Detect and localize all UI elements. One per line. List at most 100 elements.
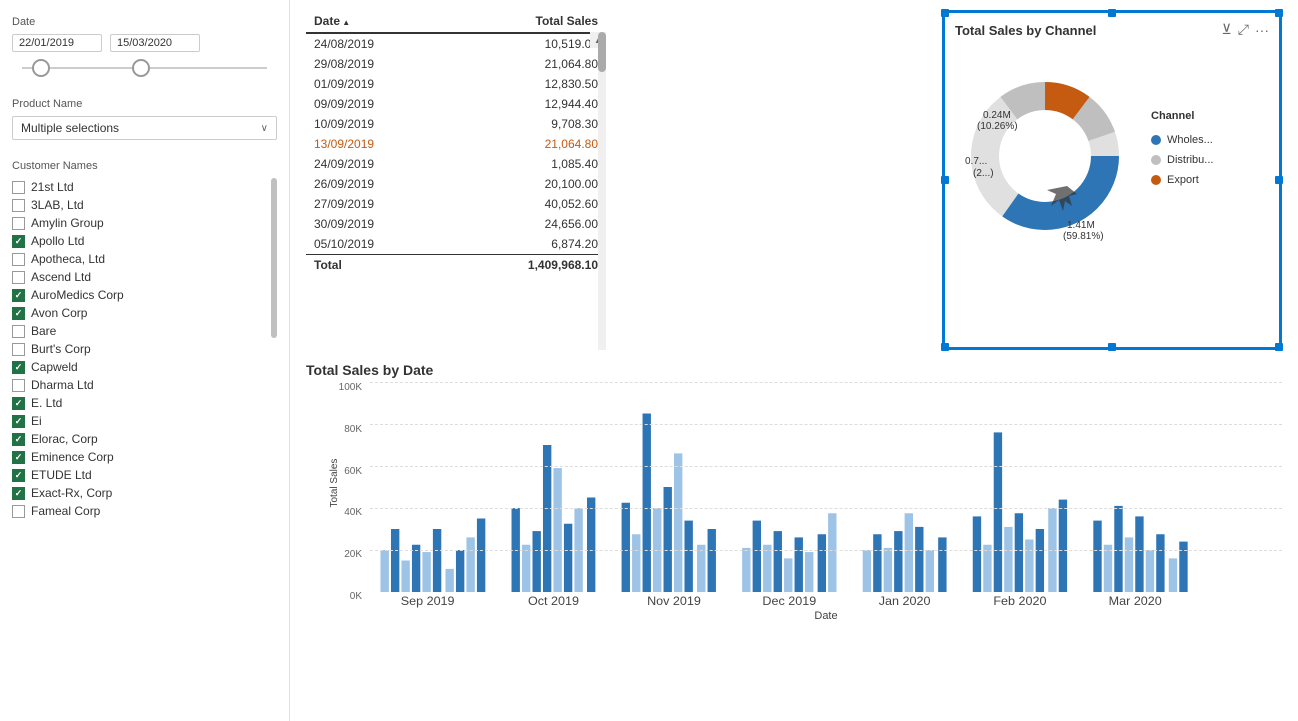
table-header-date[interactable]: Date — [306, 10, 447, 33]
customer-checkbox[interactable] — [12, 271, 25, 284]
slider-handle-right[interactable] — [132, 59, 150, 77]
customer-list-item[interactable]: Capweld — [12, 358, 267, 376]
customer-list-item[interactable]: Apollo Ltd — [12, 232, 267, 250]
table-scrollbar[interactable]: ▲ ▼ — [598, 32, 606, 350]
date-end-input[interactable] — [110, 34, 200, 52]
customer-list-item[interactable]: AuroMedics Corp — [12, 286, 267, 304]
customer-checkbox[interactable] — [12, 217, 25, 230]
resize-handle-top-right[interactable] — [1275, 9, 1283, 17]
customer-list-item[interactable]: Amylin Group — [12, 214, 267, 232]
customer-list-item[interactable]: Burt's Corp — [12, 340, 267, 358]
customer-checkbox[interactable] — [12, 469, 25, 482]
bar — [1093, 521, 1101, 592]
customer-scrollbar[interactable] — [271, 178, 277, 338]
customer-list-item[interactable]: Ei — [12, 412, 267, 430]
legend-dot-wholesale — [1151, 135, 1161, 145]
chevron-down-icon: ∨ — [261, 123, 268, 134]
donut-svg: 0.24M (10.26%) 0.7... (2...) 1.41M (59.8… — [955, 46, 1135, 246]
bar — [805, 552, 813, 592]
customer-checkbox[interactable] — [12, 487, 25, 500]
donut-chart-panel: Total Sales by Channel ⊻ ⤢ ··· — [942, 10, 1282, 350]
customer-checkbox[interactable] — [12, 379, 25, 392]
customer-checkbox[interactable] — [12, 343, 25, 356]
product-label: Product Name — [12, 98, 277, 110]
bar — [784, 558, 792, 592]
date-start-input[interactable] — [12, 34, 102, 52]
resize-handle-mid-right[interactable] — [1275, 176, 1283, 184]
table-header-sales[interactable]: Total Sales — [447, 10, 606, 33]
resize-handle-mid-top[interactable] — [1108, 9, 1116, 17]
bar — [983, 545, 991, 592]
resize-handle-top-left[interactable] — [941, 9, 949, 17]
focus-icon[interactable]: ⤢ — [1238, 21, 1249, 38]
x-label-jan: Jan 2020 — [879, 594, 931, 608]
legend-dot-distributor — [1151, 155, 1161, 165]
customer-list-item[interactable]: ETUDE Ltd — [12, 466, 267, 484]
date-slider[interactable] — [12, 58, 277, 78]
table-row: 24/09/20191,085.40 — [306, 154, 606, 174]
customer-list-item[interactable]: 21st Ltd — [12, 178, 267, 196]
customer-list-item[interactable]: Eminence Corp — [12, 448, 267, 466]
donut-label-whole-pct: (59.81%) — [1063, 231, 1104, 242]
customer-checkbox[interactable] — [12, 505, 25, 518]
customer-list-item[interactable]: Ascend Ltd — [12, 268, 267, 286]
customer-checkbox[interactable] — [12, 415, 25, 428]
resize-handle-bottom-right[interactable] — [1275, 343, 1283, 351]
bar — [643, 414, 651, 593]
data-table: Date Total Sales 24/08/201910,519.0029/0… — [306, 10, 606, 275]
customer-list-item[interactable]: Exact-Rx, Corp — [12, 484, 267, 502]
customer-checkbox[interactable] — [12, 235, 25, 248]
bar — [391, 529, 399, 592]
customer-checkbox[interactable] — [12, 433, 25, 446]
resize-handle-bottom-left[interactable] — [941, 343, 949, 351]
more-icon[interactable]: ··· — [1255, 22, 1269, 38]
table-row: 09/09/201912,944.40 — [306, 94, 606, 114]
customer-list-item[interactable]: Avon Corp — [12, 304, 267, 322]
bar — [1004, 527, 1012, 592]
y-label-20k: 20K — [344, 549, 362, 560]
customer-list-item[interactable]: Elorac, Corp — [12, 430, 267, 448]
customer-checkbox[interactable] — [12, 361, 25, 374]
table-scrollbar-thumb[interactable] — [598, 32, 606, 72]
customer-list-item[interactable]: 3LAB, Ltd — [12, 196, 267, 214]
customer-checkbox[interactable] — [12, 253, 25, 266]
customer-checkbox[interactable] — [12, 307, 25, 320]
donut-label-dist-value: 0.7... — [965, 156, 987, 167]
sidebar: Date Product Name Multiple selections ∨ … — [0, 0, 290, 721]
customer-list-item[interactable]: Fameal Corp — [12, 502, 267, 520]
customer-checkbox[interactable] — [12, 397, 25, 410]
slider-handle-left[interactable] — [32, 59, 50, 77]
customer-list-item[interactable]: E. Ltd — [12, 394, 267, 412]
table-cell-sales: 6,874.20 — [447, 234, 606, 255]
resize-handle-mid-left[interactable] — [941, 176, 949, 184]
x-label-nov: Nov 2019 — [647, 594, 701, 608]
gridline-20k — [370, 550, 1282, 551]
table-panel: Date Total Sales 24/08/201910,519.0029/0… — [306, 10, 606, 350]
gridline-100k — [370, 382, 1282, 383]
customer-name: 21st Ltd — [31, 180, 74, 194]
bar — [622, 503, 630, 592]
filter-icon[interactable]: ⊻ — [1222, 21, 1232, 38]
customer-checkbox[interactable] — [12, 289, 25, 302]
customer-list-wrapper: 21st Ltd3LAB, LtdAmylin GroupApollo LtdA… — [12, 178, 277, 520]
product-dropdown[interactable]: Multiple selections ∨ — [12, 116, 277, 140]
resize-handle-mid-bottom[interactable] — [1108, 343, 1116, 351]
bar — [401, 561, 409, 593]
donut-label-whole-value: 1.41M — [1067, 220, 1095, 231]
customer-checkbox[interactable] — [12, 199, 25, 212]
gridline-80k — [370, 424, 1282, 425]
customer-list-item[interactable]: Apotheca, Ltd — [12, 250, 267, 268]
customer-name: Burt's Corp — [31, 342, 91, 356]
customer-checkbox[interactable] — [12, 325, 25, 338]
bar — [466, 537, 474, 592]
table-cell-date: 24/09/2019 — [306, 154, 447, 174]
customer-list-item[interactable]: Dharma Ltd — [12, 376, 267, 394]
bar — [708, 529, 716, 592]
table-total-label: Total — [306, 255, 447, 276]
customer-list-item[interactable]: Bare — [12, 322, 267, 340]
customer-checkbox[interactable] — [12, 181, 25, 194]
bar — [564, 524, 572, 592]
customer-checkbox[interactable] — [12, 451, 25, 464]
bar — [1059, 500, 1067, 592]
customer-name: Fameal Corp — [31, 504, 100, 518]
